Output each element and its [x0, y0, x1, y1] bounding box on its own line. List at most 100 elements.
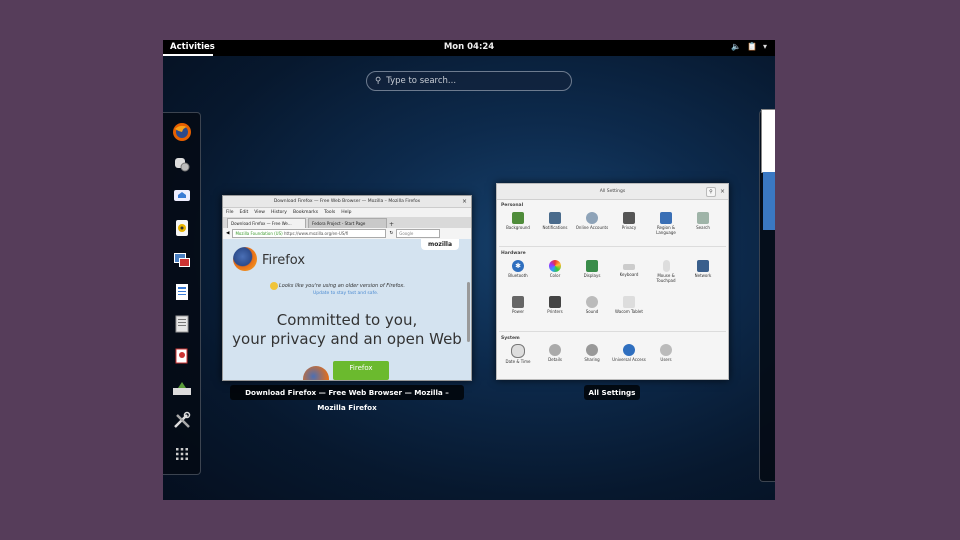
- personal-label: Personal: [501, 203, 524, 208]
- back-icon: ◀: [226, 231, 230, 236]
- reload-icon: ↻: [389, 231, 394, 236]
- firefox-menubar: File Edit View History Bookmarks Tools H…: [223, 208, 471, 217]
- close-icon: ×: [719, 188, 725, 195]
- printer-icon: [549, 296, 561, 308]
- users-icon: [660, 344, 672, 356]
- online-accounts-icon: [586, 212, 598, 224]
- headline-line-2: your privacy and an open Web: [232, 330, 462, 348]
- power-icon: [512, 296, 524, 308]
- document-icon[interactable]: [171, 281, 193, 303]
- settings-search-icon: ⚲: [706, 187, 716, 197]
- settings-window-thumbnail[interactable]: All Settings ⚲ × Personal Background Not…: [496, 183, 729, 380]
- settings-header: All Settings ⚲ ×: [497, 184, 728, 200]
- bluetooth-icon: ✱: [512, 260, 524, 272]
- dash: [163, 112, 201, 475]
- keyboard-icon: [623, 264, 635, 270]
- photos-icon[interactable]: [171, 249, 193, 271]
- network-icon: [697, 260, 709, 272]
- wacom-icon: [623, 296, 635, 308]
- music-icon[interactable]: [171, 217, 193, 239]
- menu-view: View: [254, 210, 265, 215]
- firefox-icon[interactable]: [171, 121, 193, 143]
- settings-background: Background: [500, 212, 536, 230]
- firefox-window-thumbnail[interactable]: Download Firefox — Free Web Browser — Mo…: [222, 195, 472, 381]
- files-icon[interactable]: [171, 313, 193, 335]
- page-scrollbar: [467, 282, 470, 342]
- settings-universal-access: Universal Access: [611, 344, 647, 362]
- firefox-tab-2: Fedora Project - Start Page: [308, 218, 387, 228]
- menu-help: Help: [341, 210, 352, 215]
- section-divider: [499, 246, 726, 247]
- grid-icon[interactable]: [171, 443, 193, 465]
- settings-printers: Printers: [537, 296, 573, 314]
- system-label: System: [501, 336, 520, 341]
- section-divider: [499, 331, 726, 332]
- accessibility-icon: [623, 344, 635, 356]
- flag-icon: [660, 212, 672, 224]
- clock-icon: [511, 344, 525, 358]
- sharing-icon: [586, 344, 598, 356]
- search-placeholder: Type to search...: [386, 76, 457, 86]
- workspace-thumbnail[interactable]: [761, 109, 775, 173]
- settings-details: Details: [537, 344, 573, 362]
- menu-edit: Edit: [239, 210, 249, 215]
- tools-icon[interactable]: [171, 409, 193, 431]
- settings-search: Search: [685, 212, 721, 230]
- workspace-thumbnail-desktop: [763, 172, 775, 230]
- software-icon[interactable]: [171, 345, 193, 367]
- chevron-down-icon[interactable]: ▾: [763, 42, 767, 51]
- firefox-page: mozilla Firefox Looks like you're using …: [223, 239, 471, 380]
- mail-icon[interactable]: [171, 185, 193, 207]
- menu-file: File: [226, 210, 234, 215]
- settings-sound: Sound: [574, 296, 610, 314]
- system-tray[interactable]: 🔈 📋 ▾: [731, 42, 767, 51]
- firefox-window-caption: Download Firefox — Free Web Browser — Mo…: [230, 385, 464, 412]
- clock[interactable]: Mon 04:24: [163, 42, 775, 52]
- headline-line-1: Committed to you,: [276, 311, 418, 329]
- firefox-logo-icon: [233, 247, 257, 271]
- clipboard-icon[interactable]: 📋: [747, 42, 757, 51]
- firefox-tab-1: Download Firefox — Free We...: [227, 218, 306, 228]
- privacy-icon: [623, 212, 635, 224]
- settings-network: Network: [685, 260, 721, 278]
- firefox-title: Download Firefox — Free Web Browser — Mo…: [273, 199, 421, 204]
- menu-bookmarks: Bookmarks: [292, 210, 319, 215]
- warning-icon: [270, 282, 278, 290]
- background-icon: [512, 212, 524, 224]
- settings-region: Region & Language: [648, 212, 684, 235]
- volume-icon[interactable]: 🔈: [731, 42, 741, 51]
- menu-history: History: [270, 210, 287, 215]
- settings-window-caption: All Settings: [584, 385, 640, 400]
- settings-date-time: Date & Time: [500, 344, 536, 364]
- url-text: https://www.mozilla.org/en-US/fi: [284, 231, 349, 236]
- settings-displays: Displays: [574, 260, 610, 278]
- firefox-url-bar: Mozilla Foundation (US) https://www.mozi…: [232, 229, 387, 238]
- activities-underline: [163, 54, 213, 56]
- disk-icon[interactable]: [171, 377, 193, 399]
- firefox-tabbar: Download Firefox — Free We... Fedora Pro…: [223, 217, 471, 228]
- firefox-wordmark: Firefox: [262, 253, 306, 268]
- new-tab-icon: +: [389, 221, 395, 228]
- display-icon: [586, 260, 598, 272]
- top-bar: Activities Mon 04:24 🔈 📋 ▾: [163, 40, 775, 56]
- notifications-icon: [549, 212, 561, 224]
- overview-screen: Activities Mon 04:24 🔈 📋 ▾ ⚲ Type to sea…: [163, 40, 775, 500]
- settings-mouse: Mouse & Touchpad: [648, 260, 684, 283]
- settings-privacy: Privacy: [611, 212, 647, 230]
- settings-power: Power: [500, 296, 536, 314]
- menu-tools: Tools: [324, 210, 336, 215]
- firefox-titlebar: Download Firefox — Free Web Browser — Mo…: [223, 196, 471, 208]
- chat-icon[interactable]: [171, 153, 193, 175]
- download-button: Firefox: [333, 361, 389, 380]
- close-icon: ×: [461, 198, 467, 205]
- settings-sharing: Sharing: [574, 344, 610, 362]
- settings-notifications: Notifications: [537, 212, 573, 230]
- settings-title: All Settings: [599, 189, 626, 194]
- mouse-icon: [662, 260, 670, 272]
- older-version-notice: Looks like you're using an older version…: [279, 283, 405, 289]
- settings-keyboard: Keyboard: [611, 260, 647, 277]
- color-icon: [549, 260, 561, 272]
- update-link: Update to stay fast and safe.: [313, 291, 379, 296]
- download-firefox-logo-icon: [303, 366, 329, 380]
- search-input[interactable]: ⚲ Type to search...: [366, 71, 572, 91]
